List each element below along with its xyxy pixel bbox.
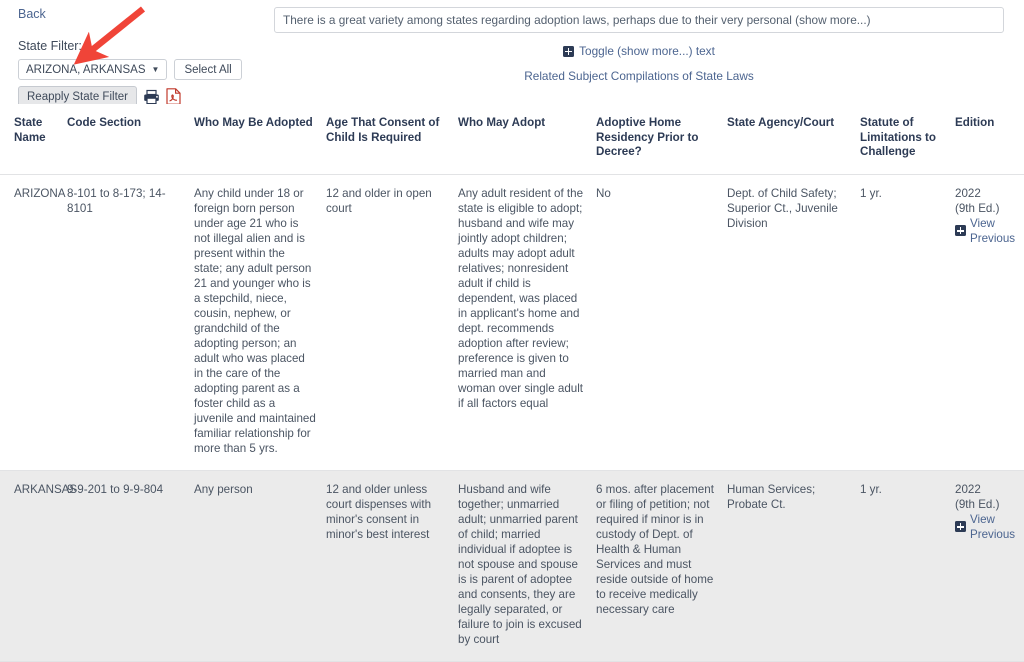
cell-statute-limitations: 1 yr. bbox=[860, 470, 955, 662]
related-compilations-link[interactable]: Related Subject Compilations of State La… bbox=[274, 69, 1004, 83]
column-header-statute-limitations[interactable]: Statute of Limitations to Challenge bbox=[860, 104, 955, 175]
view-previous-link[interactable]: View Previous bbox=[955, 512, 1016, 542]
column-header-who-may-be-adopted[interactable]: Who May Be Adopted bbox=[194, 104, 326, 175]
cell-age-consent: 12 and older unless court dispenses with… bbox=[326, 470, 458, 662]
state-filter-select[interactable]: ARIZONA, ARKANSAS ▼ bbox=[18, 59, 168, 80]
view-previous-label: View Previous bbox=[970, 216, 1016, 245]
state-filter-label: State Filter: bbox=[18, 39, 82, 53]
toggle-show-more-link[interactable]: Toggle (show more...) text bbox=[563, 44, 715, 58]
cell-age-consent: 12 and older in open court bbox=[326, 174, 458, 471]
pdf-icon[interactable] bbox=[166, 88, 181, 105]
cell-who-may-adopt: Any adult resident of the state is eligi… bbox=[458, 174, 596, 471]
page-root: Back State Filter: ARIZONA, ARKANSAS ▼ S… bbox=[0, 0, 1024, 662]
state-laws-table: State Name Code Section Who May Be Adopt… bbox=[0, 104, 1024, 662]
edition-ordinal: (9th Ed.) bbox=[955, 201, 1000, 215]
chevron-down-icon: ▼ bbox=[151, 64, 160, 74]
column-header-state-name[interactable]: State Name bbox=[0, 104, 67, 175]
cell-state-name: ARIZONA bbox=[0, 174, 67, 471]
cell-who-may-be-adopted: Any person bbox=[194, 470, 326, 662]
column-header-age-consent[interactable]: Age That Consent of Child Is Required bbox=[326, 104, 458, 175]
filter-toolbar: Back State Filter: ARIZONA, ARKANSAS ▼ S… bbox=[18, 6, 268, 107]
cell-statute-limitations: 1 yr. bbox=[860, 174, 955, 471]
cell-who-may-adopt: Husband and wife together; unmarried adu… bbox=[458, 470, 596, 662]
select-all-button[interactable]: Select All bbox=[174, 59, 242, 80]
cell-code-section: 9-9-201 to 9-9-804 bbox=[67, 470, 194, 662]
state-filter-row: ARIZONA, ARKANSAS ▼ Select All bbox=[18, 59, 268, 80]
table-row: ARIZONA 8-101 to 8-173; 14-8101 Any chil… bbox=[0, 174, 1024, 471]
back-link[interactable]: Back bbox=[18, 6, 46, 22]
center-links: Toggle (show more...) text Related Subje… bbox=[274, 44, 1004, 83]
cell-state-agency-court: Dept. of Child Safety; Superior Ct., Juv… bbox=[727, 174, 860, 471]
table-header-row: State Name Code Section Who May Be Adopt… bbox=[0, 104, 1024, 175]
state-filter-value: ARIZONA, ARKANSAS bbox=[26, 63, 146, 76]
cell-who-may-be-adopted: Any child under 18 or foreign born perso… bbox=[194, 174, 326, 471]
view-previous-link[interactable]: View Previous bbox=[955, 216, 1016, 246]
plus-square-icon bbox=[563, 45, 575, 57]
cell-edition: 2022 (9th Ed.) View Previous bbox=[955, 174, 1024, 471]
edition-year: 2022 bbox=[955, 186, 981, 200]
view-previous-label: View Previous bbox=[970, 512, 1016, 541]
column-header-state-agency-court[interactable]: State Agency/Court bbox=[727, 104, 860, 175]
cell-edition: 2022 (9th Ed.) View Previous bbox=[955, 470, 1024, 662]
column-header-who-may-adopt[interactable]: Who May Adopt bbox=[458, 104, 596, 175]
cell-code-section: 8-101 to 8-173; 14-8101 bbox=[67, 174, 194, 471]
table-row: ARKANSAS 9-9-201 to 9-9-804 Any person 1… bbox=[0, 470, 1024, 662]
toggle-show-more-label: Toggle (show more...) text bbox=[579, 44, 715, 58]
printer-icon[interactable] bbox=[143, 89, 160, 105]
cell-state-agency-court: Human Services; Probate Ct. bbox=[727, 470, 860, 662]
edition-ordinal: (9th Ed.) bbox=[955, 497, 1000, 511]
subject-description-input[interactable] bbox=[274, 7, 1004, 33]
cell-state-name: ARKANSAS bbox=[0, 470, 77, 662]
column-header-code-section[interactable]: Code Section bbox=[67, 104, 194, 175]
plus-square-icon bbox=[955, 225, 966, 236]
cell-residency: 6 mos. after placement or filing of peti… bbox=[596, 470, 727, 662]
plus-square-icon bbox=[955, 521, 966, 532]
column-header-edition[interactable]: Edition bbox=[955, 104, 1024, 175]
cell-residency: No bbox=[596, 174, 727, 471]
column-header-residency[interactable]: Adoptive Home Residency Prior to Decree? bbox=[596, 104, 727, 175]
state-laws-table-wrap: State Name Code Section Who May Be Adopt… bbox=[0, 104, 1024, 662]
edition-year: 2022 bbox=[955, 482, 981, 496]
